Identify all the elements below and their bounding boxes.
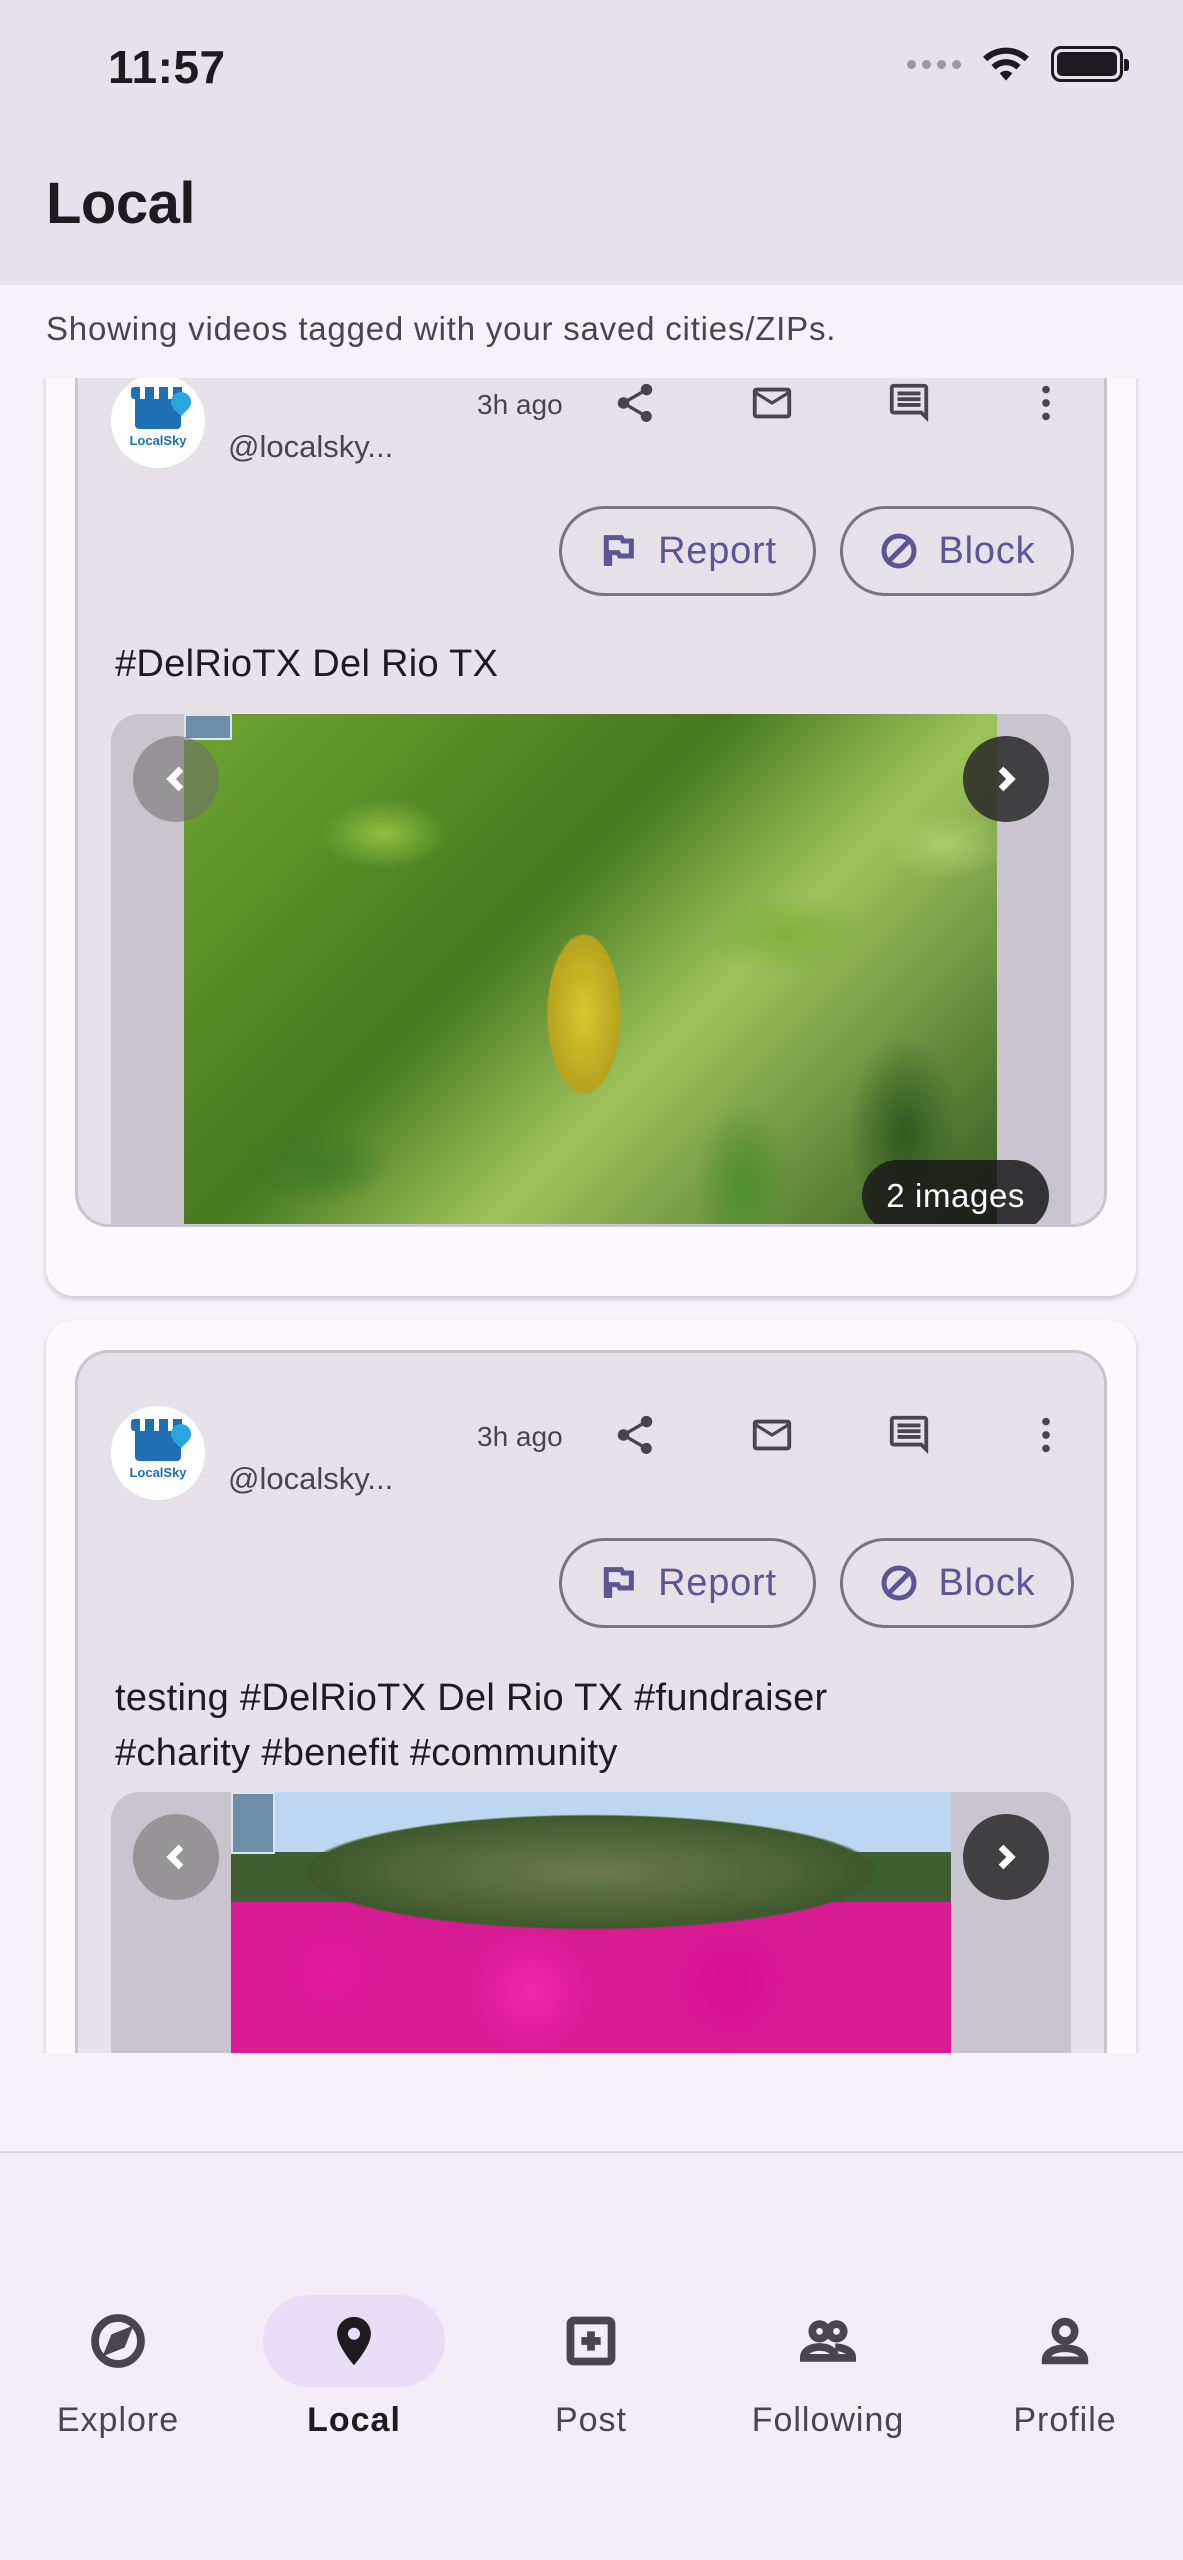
- report-button[interactable]: Report: [559, 1538, 816, 1628]
- block-icon: [881, 533, 917, 569]
- add-box-icon: [566, 2316, 616, 2366]
- more-vert-icon: [1042, 385, 1050, 421]
- status-icons: [907, 44, 1129, 84]
- share-icon: [617, 1415, 653, 1454]
- post-time: 3h ago: [477, 1421, 563, 1452]
- chevron-right-icon: [998, 1844, 1016, 1870]
- comment-icon: [889, 1415, 929, 1455]
- post-card-body: LocalSky @localsky... 3h ago Report Bloc…: [75, 378, 1107, 1227]
- people-icon: [799, 2320, 857, 2362]
- compass-icon: [91, 2314, 145, 2368]
- more-options-button[interactable]: [1006, 1395, 1086, 1475]
- top-app-bar: 11:57 Local: [0, 0, 1183, 285]
- image-carousel[interactable]: 2 images: [111, 714, 1071, 1224]
- chevron-left-icon: [166, 766, 184, 792]
- status-time: 11:57: [108, 41, 226, 93]
- post-handle[interactable]: @localsky...: [228, 1461, 393, 1497]
- post-feed[interactable]: LocalSky @localsky... 3h ago Report Bloc…: [0, 378, 1183, 2053]
- wifi-icon: [983, 47, 1029, 81]
- nav-item-local[interactable]: Local: [236, 2295, 472, 2440]
- carousel-next-button[interactable]: [963, 736, 1049, 822]
- image-carousel[interactable]: [111, 1792, 1071, 2053]
- post-card-body: LocalSky @localsky... 3h ago Report Bloc…: [75, 1350, 1107, 2053]
- page-title: Local: [46, 171, 196, 236]
- bottom-navigation: Explore Local Post Following Profile: [0, 2153, 1183, 2560]
- carousel-prev-button[interactable]: [133, 1814, 219, 1900]
- avatar[interactable]: LocalSky: [111, 378, 205, 468]
- chevron-right-icon: [998, 766, 1016, 792]
- flag-icon: [603, 535, 634, 566]
- report-button[interactable]: Report: [559, 506, 816, 596]
- post-caption: testing #DelRioTX Del Rio TX #fundraiser…: [115, 1677, 828, 1774]
- nav-item-post[interactable]: Post: [473, 2295, 709, 2440]
- post-image: [184, 714, 997, 1224]
- signal-icon: [907, 59, 961, 69]
- message-button[interactable]: [732, 1395, 812, 1475]
- mail-icon: [752, 1419, 792, 1451]
- block-button[interactable]: Block: [840, 506, 1074, 596]
- avatar[interactable]: LocalSky: [111, 1406, 205, 1500]
- post-card: LocalSky @localsky... 3h ago Report Bloc…: [46, 1320, 1136, 2053]
- block-icon: [881, 1565, 917, 1601]
- more-options-button[interactable]: [1006, 378, 1086, 443]
- person-icon: [1041, 2317, 1089, 2365]
- mail-icon: [752, 387, 792, 419]
- carousel-next-button[interactable]: [963, 1814, 1049, 1900]
- post-handle[interactable]: @localsky...: [228, 429, 393, 465]
- share-button[interactable]: [595, 1395, 675, 1475]
- comment-icon: [889, 383, 929, 423]
- share-button[interactable]: [595, 378, 675, 443]
- share-icon: [617, 383, 653, 422]
- block-button[interactable]: Block: [840, 1538, 1074, 1628]
- post-caption: #DelRioTX Del Rio TX: [115, 643, 499, 685]
- post-image: [231, 1792, 951, 2053]
- post-card: LocalSky @localsky... 3h ago Report Bloc…: [46, 378, 1136, 1296]
- more-vert-icon: [1042, 1417, 1050, 1453]
- chevron-left-icon: [166, 1844, 184, 1870]
- feed-subtitle: Showing videos tagged with your saved ci…: [46, 310, 837, 347]
- message-button[interactable]: [732, 378, 812, 443]
- image-count-badge: 2 images: [862, 1160, 1049, 1224]
- nav-item-following[interactable]: Following: [710, 2295, 946, 2440]
- flag-icon: [603, 1567, 634, 1598]
- comments-button[interactable]: [869, 1395, 949, 1475]
- post-time: 3h ago: [477, 389, 563, 420]
- battery-icon: [1051, 46, 1129, 82]
- nav-item-explore[interactable]: Explore: [0, 2295, 236, 2440]
- carousel-prev-button[interactable]: [133, 736, 219, 822]
- comments-button[interactable]: [869, 378, 949, 443]
- location-pin-icon: [337, 2316, 371, 2366]
- image-watermark: [231, 1792, 275, 1854]
- nav-item-profile[interactable]: Profile: [947, 2295, 1183, 2440]
